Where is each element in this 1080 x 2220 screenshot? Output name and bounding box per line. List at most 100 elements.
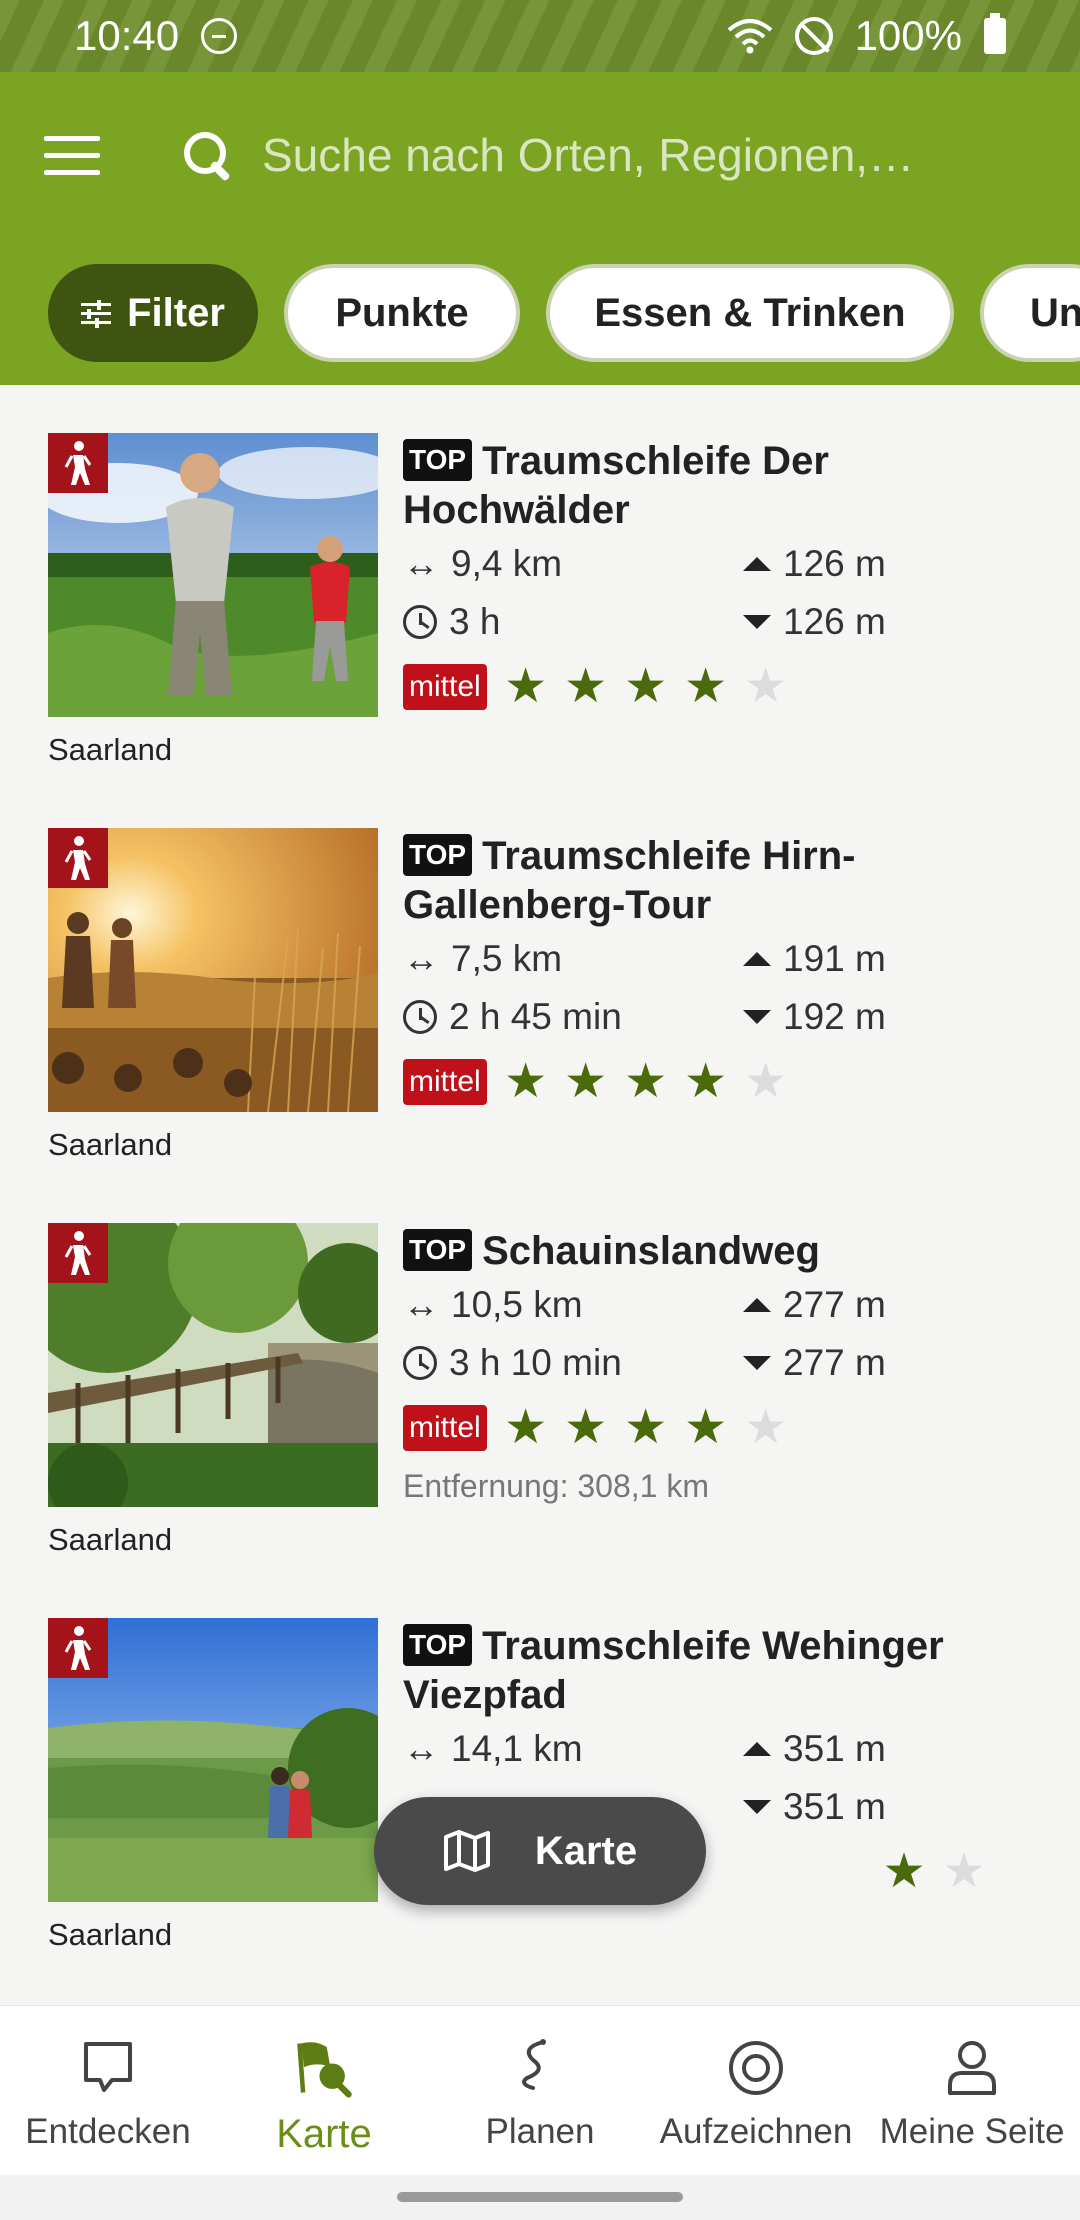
hiking-icon [48, 1223, 108, 1283]
descent-value: 277 m [783, 1342, 886, 1383]
star-rating: ★ ★ [879, 1847, 989, 1897]
star-icon: ★ [684, 1401, 728, 1454]
tour-list-item[interactable]: Saarland TOP Traumschleife Wehinger Viezp… [0, 1570, 1080, 1965]
do-not-disturb-icon [201, 18, 238, 54]
ascent-value: 126 m [783, 543, 886, 584]
ascent-stat: 277 m [743, 1284, 886, 1326]
map-view-button[interactable]: Karte [374, 1797, 706, 1905]
descent-icon [743, 615, 771, 629]
tour-photo [48, 1223, 378, 1507]
tour-stats: ↔ 7,5 km 191 m 2 h 45 min 192 m [403, 932, 1043, 1050]
search-bar[interactable]: Suche nach Orten, Regionen,… [180, 120, 1040, 190]
nav-planen[interactable]: Planen [432, 2006, 648, 2175]
tour-info: TOP Traumschleife Hirn-Gallenberg-Tour ↔ 7… [403, 832, 1043, 1110]
tour-title: TOP Schauinslandweg [403, 1227, 1043, 1276]
chip-punkte[interactable]: Punkte [284, 264, 520, 362]
app-header: Suche nach Orten, Regionen,… Filter Punk… [0, 72, 1080, 385]
star-empty-icon: ★ [744, 1055, 788, 1108]
tour-title: TOP Traumschleife Der Hochwälder [403, 437, 1043, 535]
tour-info: TOP Traumschleife Der Hochwälder ↔ 9,4 km … [403, 437, 1043, 715]
distance-icon: ↔ [403, 1284, 439, 1325]
nav-label: Meine Seite [879, 2112, 1065, 2151]
clock-icon [403, 1000, 437, 1034]
hamburger-menu-icon[interactable] [44, 136, 100, 176]
filter-sliders-icon [81, 300, 112, 328]
star-icon: ★ [882, 1845, 926, 1898]
nav-label: Planen [485, 2112, 595, 2151]
status-bar: 10:40 100% [0, 0, 1080, 72]
clock-icon [403, 1346, 437, 1380]
tour-stats: ↔ 9,4 km 126 m 3 h 126 m [403, 537, 1043, 655]
chip-label: Essen & Trinken [594, 290, 906, 335]
star-icon: ★ [564, 1401, 608, 1454]
star-empty-icon: ★ [942, 1845, 986, 1898]
tour-region: Saarland [48, 732, 173, 767]
duration-value: 3 h 10 min [449, 1342, 622, 1383]
star-icon: ★ [564, 1055, 608, 1108]
distance-value: 14,1 km [451, 1728, 583, 1769]
descent-icon [743, 1800, 771, 1814]
star-empty-icon: ★ [744, 660, 788, 713]
tour-region: Saarland [48, 1917, 173, 1952]
star-icon: ★ [684, 660, 728, 713]
distance-value: 9,4 km [451, 543, 563, 584]
nav-aufzeichnen[interactable]: Aufzeichnen [648, 2006, 864, 2175]
descent-stat: 277 m [743, 1342, 886, 1384]
duration-value: 3 h [449, 601, 501, 642]
ascent-icon [743, 557, 771, 571]
star-icon: ★ [504, 1055, 548, 1108]
filter-chip-label: Filter [127, 290, 225, 335]
descent-value: 192 m [783, 996, 886, 1037]
tour-list-item[interactable]: Saarland TOP Traumschleife Hirn-Gallenber… [0, 780, 1080, 1175]
tour-list-item[interactable]: Saarland TOP Schauinslandweg ↔ 10,5 km 277… [0, 1175, 1080, 1570]
ascent-icon [743, 952, 771, 966]
nav-entdecken[interactable]: Entdecken [0, 2006, 216, 2175]
distance-icon: ↔ [403, 543, 439, 584]
distance-stat: ↔ 9,4 km [403, 543, 562, 585]
tour-rating: mittel ★ ★ ★ ★ ★ [403, 1400, 1043, 1456]
tour-stats: ↔ 10,5 km 277 m 3 h 10 min 277 m [403, 1278, 1043, 1396]
chip-partial[interactable]: Un [980, 264, 1080, 362]
nav-meine-seite[interactable]: Meine Seite [864, 2006, 1080, 2175]
tour-list-item[interactable]: Saarland TOP Traumschleife Der Hochwälder… [0, 385, 1080, 780]
difficulty-badge: mittel [403, 1405, 487, 1451]
battery-icon [984, 13, 1006, 54]
duration-value: 2 h 45 min [449, 996, 622, 1037]
user-icon [942, 2038, 1002, 2098]
clock-icon [403, 605, 437, 639]
tour-region: Saarland [48, 1127, 173, 1162]
descent-stat: 126 m [743, 601, 886, 643]
descent-stat: 351 m [743, 1786, 886, 1828]
top-badge: TOP [403, 1624, 473, 1666]
top-badge: TOP [403, 1229, 473, 1271]
distance-value: 10,5 km [451, 1284, 583, 1325]
distance-stat: ↔ 14,1 km [403, 1728, 583, 1770]
ascent-value: 277 m [783, 1284, 886, 1325]
home-indicator[interactable] [397, 2192, 683, 2202]
chip-essen-trinken[interactable]: Essen & Trinken [546, 264, 954, 362]
star-icon: ★ [504, 660, 548, 713]
status-right: 100% [727, 12, 1006, 60]
descent-value: 126 m [783, 601, 886, 642]
nav-label: Aufzeichnen [659, 2112, 853, 2151]
tour-rating: mittel ★ ★ ★ ★ ★ [403, 659, 1043, 715]
tour-title-text: Traumschleife Wehinger Viezpfad [403, 1624, 944, 1717]
tour-title-text: Schauinslandweg [482, 1229, 820, 1273]
ascent-stat: 351 m [743, 1728, 886, 1770]
ascent-stat: 191 m [743, 938, 886, 980]
ascent-value: 191 m [783, 938, 886, 979]
nav-karte[interactable]: Karte [216, 2006, 432, 2175]
nav-label: Entdecken [25, 2112, 191, 2151]
route-icon [510, 2038, 570, 2098]
category-chips: Filter Punkte Essen & Trinken Un [48, 264, 1080, 362]
map-icon [443, 1830, 490, 1872]
search-input[interactable]: Suche nach Orten, Regionen,… [262, 128, 914, 182]
filter-chip[interactable]: Filter [48, 264, 258, 362]
nav-label: Karte [276, 2112, 372, 2156]
star-rating: ★ ★ ★ ★ ★ [501, 662, 791, 712]
chip-label: Punkte [335, 290, 469, 335]
star-icon: ★ [684, 1055, 728, 1108]
ascent-icon [743, 1742, 771, 1756]
descent-value: 351 m [783, 1786, 886, 1827]
distance-icon: ↔ [403, 938, 439, 979]
